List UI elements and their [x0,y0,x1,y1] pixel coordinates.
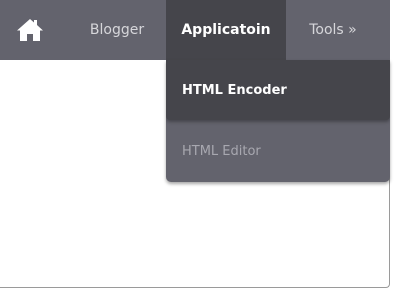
home-icon [17,19,43,41]
nav-item-label: Applicatoin [181,22,271,38]
nav-item-applicatoin[interactable]: Applicatoin [166,0,286,60]
top-navbar: Blogger Applicatoin Tools » [0,0,390,60]
menu-item-label: HTML Editor [182,143,261,159]
nav-item-label: Blogger [89,22,145,38]
home-link[interactable] [0,0,60,60]
menu-item-html-encoder[interactable]: HTML Encoder [166,60,390,120]
applicatoin-dropdown-menu: HTML Encoder HTML Editor [166,60,390,182]
nav-item-label: Tools » [309,22,357,38]
menu-item-html-editor[interactable]: HTML Editor [166,121,390,181]
menu-item-label: HTML Encoder [182,82,287,98]
nav-item-blogger[interactable]: Blogger [68,0,166,60]
nav-item-tools[interactable]: Tools » [286,0,380,60]
